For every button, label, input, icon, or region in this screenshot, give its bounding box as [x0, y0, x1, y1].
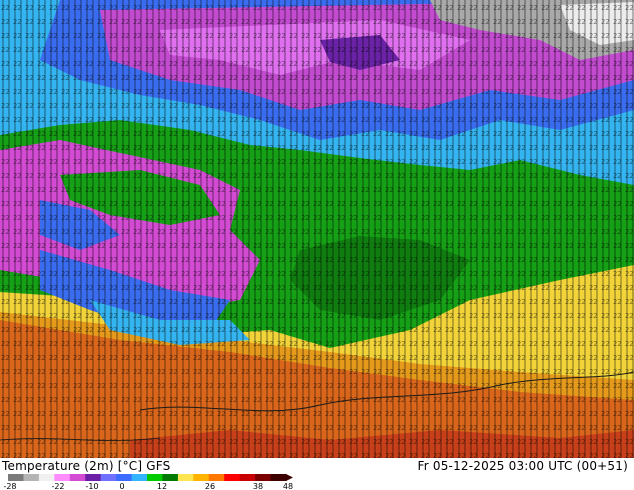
temperature-map[interactable]: 22 [0, 0, 634, 458]
legend-swatch [255, 474, 272, 481]
map-title: Temperature (2m) [°C] GFS [2, 459, 171, 473]
legend-swatch [100, 474, 117, 481]
legend-swatch [224, 474, 241, 481]
legend-swatch [162, 474, 179, 481]
legend-tick-label: 48 [283, 482, 293, 490]
legend-swatch [270, 474, 287, 481]
legend-swatch [239, 474, 256, 481]
legend-swatch [177, 474, 194, 481]
legend-tick-label: -10 [85, 482, 98, 490]
legend-swatch [38, 474, 55, 481]
weather-map-viewer: 22 Temperatur [0, 0, 634, 490]
legend-tick-label: 0 [119, 482, 124, 490]
legend-tick-label: 38 [253, 482, 263, 490]
legend-swatch [8, 474, 24, 481]
legend-tick-label: -28 [3, 482, 16, 490]
legend-swatch [116, 474, 133, 481]
legend-swatch [54, 474, 71, 481]
legend-swatch [69, 474, 86, 481]
color-scale-legend: -28 -22 -10 0 12 26 38 48 [3, 474, 293, 490]
legend-swatch [147, 474, 163, 481]
legend-tick-label: -22 [51, 482, 64, 490]
legend-swatch [85, 474, 102, 481]
legend-tick-label: 26 [205, 482, 215, 490]
valid-time: Fr 05-12-2025 03:00 UTC (00+51) [417, 459, 628, 473]
legend-tick-label: 12 [157, 482, 167, 490]
value-label-overlay [0, 0, 634, 458]
legend-swatch [23, 474, 40, 481]
legend-arrow-icon [286, 474, 293, 481]
legend-swatch [208, 474, 225, 481]
legend-swatch [193, 474, 210, 481]
legend-swatch [131, 474, 148, 481]
